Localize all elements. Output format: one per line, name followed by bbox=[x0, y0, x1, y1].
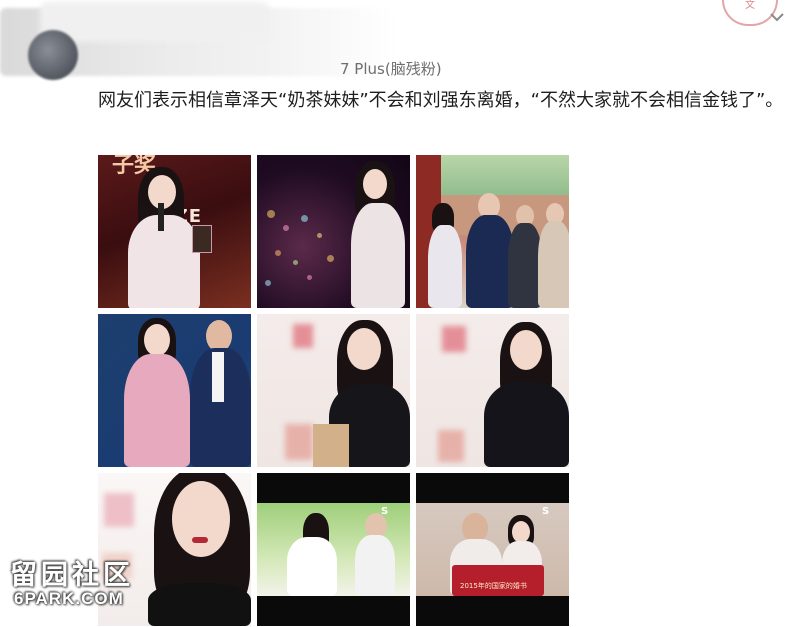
figure-suit bbox=[355, 535, 395, 596]
chevron-down-icon[interactable] bbox=[768, 8, 786, 26]
bokeh-light bbox=[317, 233, 322, 238]
pixelated-logo bbox=[438, 430, 464, 462]
photo-tile-5[interactable] bbox=[257, 314, 410, 467]
figure-wedding-dress bbox=[287, 537, 337, 596]
lips bbox=[192, 537, 208, 543]
figure-jacket bbox=[484, 382, 569, 467]
figure-suit bbox=[508, 223, 542, 308]
microphone-icon bbox=[158, 203, 164, 231]
video-badge: S bbox=[381, 506, 389, 517]
watermark-en: 6PARK.COM bbox=[14, 589, 124, 608]
photo-tile-3[interactable] bbox=[416, 155, 569, 308]
shirt bbox=[212, 352, 224, 402]
photo-tile-2[interactable] bbox=[257, 155, 410, 308]
pixelated-logo bbox=[293, 324, 313, 348]
photo-tile-9[interactable]: 2015年的国家的婚书 S bbox=[416, 473, 569, 626]
photo-tile-1[interactable]: 子奖 URE PRIZE bbox=[98, 155, 251, 308]
figure-dress bbox=[128, 215, 200, 308]
pixelated-logo bbox=[285, 424, 313, 460]
bokeh-light bbox=[265, 280, 271, 286]
figure-face bbox=[144, 324, 170, 356]
bokeh-light bbox=[327, 255, 334, 262]
pixelated-logo bbox=[442, 326, 466, 352]
stamp-text: 文 bbox=[745, 0, 755, 11]
bokeh-light bbox=[307, 275, 312, 280]
post-header: 7 Plus(脑残粉) 文 bbox=[0, 0, 800, 90]
figure-face bbox=[363, 169, 387, 199]
figure-face bbox=[510, 330, 542, 370]
figure-dress bbox=[351, 203, 405, 308]
podium bbox=[313, 424, 349, 467]
bokeh-light bbox=[267, 210, 275, 218]
watermark-cn: 留园社区 bbox=[10, 560, 134, 591]
pixelated-logo bbox=[104, 493, 134, 527]
figure-face bbox=[347, 328, 381, 370]
figure-dress bbox=[428, 225, 462, 308]
video-badge: S bbox=[542, 506, 550, 517]
bokeh-light bbox=[301, 215, 308, 222]
award-card bbox=[192, 225, 212, 253]
certificate-caption: 2015年的国家的婚书 bbox=[460, 582, 527, 590]
bokeh-light bbox=[283, 225, 289, 231]
post-text: 网友们表示相信章泽天“奶茶妹妹”不会和刘强东离婚，“不然大家就不会相信金钱了”。 bbox=[98, 90, 784, 111]
figure-face bbox=[172, 481, 230, 557]
figure-pink-coat bbox=[124, 354, 190, 467]
photo-tile-6[interactable] bbox=[416, 314, 569, 467]
photo-tile-8[interactable]: S bbox=[257, 473, 410, 626]
figure-face bbox=[512, 521, 530, 543]
figure-suit bbox=[466, 215, 514, 308]
post-device-label: 7 Plus(脑残粉) bbox=[340, 60, 442, 78]
figure-jacket bbox=[148, 583, 251, 626]
bokeh-light bbox=[293, 260, 298, 265]
figure-coat bbox=[538, 221, 569, 308]
avatar[interactable] bbox=[28, 30, 78, 80]
photo-tile-4[interactable] bbox=[98, 314, 251, 467]
bokeh-light bbox=[275, 250, 281, 256]
blurred-username-overlay bbox=[40, 2, 270, 42]
